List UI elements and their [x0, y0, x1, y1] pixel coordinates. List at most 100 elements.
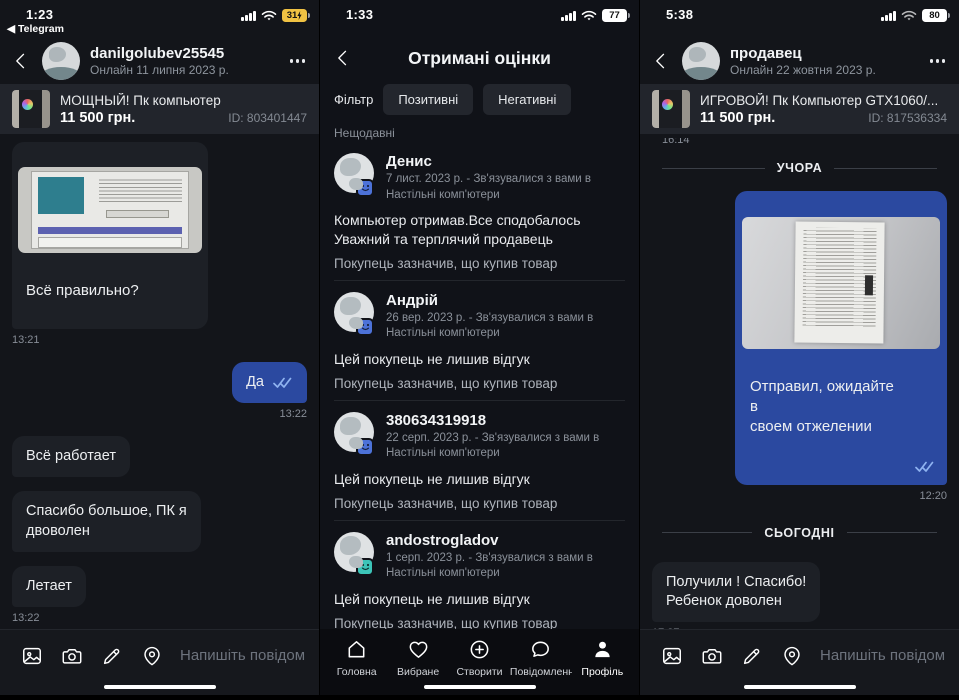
contact-name: продавец — [730, 45, 802, 62]
chat-screen-left: 1:23 ◀ Telegram 31 danilgolubev25545 Онл… — [0, 0, 319, 700]
cellular-signal-icon — [241, 10, 256, 21]
battery-indicator-charging: 31 — [282, 9, 310, 22]
back-button[interactable] — [650, 50, 672, 72]
message-text: Получили ! Спасибо! Ребенок доволен — [666, 573, 807, 610]
nav-favorites[interactable]: Вибране — [387, 638, 448, 678]
chevron-left-icon — [338, 50, 347, 66]
review-note: Покупець зазначив, що купив товар — [334, 495, 558, 511]
home-indicator — [103, 684, 216, 689]
wifi-icon — [261, 10, 277, 20]
review-item: 380634319918 22 серп. 2023 р. - Зв'язува… — [334, 401, 625, 521]
positive-rating-badge-icon — [356, 557, 374, 576]
message-text: Отправил, ожидайте в своем отжелении — [750, 378, 894, 435]
chevron-left-icon — [16, 53, 25, 69]
positive-rating-badge-icon — [356, 317, 374, 336]
review-meta: 22 серп. 2023 р. - Зв'язувалися з вами в… — [386, 431, 600, 460]
message-text: Спасибо большое, ПК я двоволен — [26, 503, 187, 539]
clock: 5:38 — [666, 7, 694, 22]
clock: 1:33 — [346, 7, 374, 22]
listing-banner[interactable]: МОЩНЫЙ! Пк компьютер 11 500 грн. ID: 803… — [0, 84, 319, 134]
message-text: Всё правильно? — [26, 282, 139, 300]
review-item: Андрій 26 вер. 2023 р. - Зв'язувалися з … — [334, 281, 625, 401]
message-time: 13:22 — [279, 408, 307, 421]
status-icons: 80 — [881, 9, 950, 22]
more-options-button[interactable] — [289, 55, 305, 66]
bottom-navigation: Головна Вибране Створити Повідомлення Пр… — [320, 629, 639, 695]
avatar[interactable] — [42, 42, 80, 80]
last-seen-status: Онлайн 22 жовтня 2023 р. — [730, 63, 876, 77]
nav-home[interactable]: Головна — [326, 638, 387, 678]
reviewer-avatar — [334, 153, 374, 197]
ratings-screen: 1:33 77 Отримані оцінки Фільтр Позитивні… — [319, 0, 639, 700]
listing-title: ИГРОВОЙ! Пк Компьютер GTX1060/... — [700, 92, 939, 108]
review-text: Цей покупець не лишив відгук — [334, 470, 530, 487]
review-note: Покупець зазначив, що купив товар — [334, 255, 558, 271]
battery-indicator: 80 — [922, 9, 950, 22]
received-message: Спасибо большое, ПК я двоволен — [12, 491, 201, 552]
message-input[interactable] — [180, 647, 305, 664]
bezel — [640, 695, 959, 700]
clipped-message-time: 16:14 — [662, 138, 690, 146]
back-button[interactable] — [10, 50, 32, 72]
message-input[interactable] — [820, 647, 945, 664]
chevron-left-icon — [656, 53, 665, 69]
wifi-icon — [581, 10, 597, 20]
camera-button[interactable] — [60, 644, 84, 668]
listing-thumbnail — [652, 90, 690, 128]
read-receipt-icon — [915, 461, 934, 472]
chat-bubble-icon — [532, 641, 550, 657]
contact-info: danilgolubev25545 Онлайн 11 липня 2023 р… — [90, 45, 229, 77]
more-options-button[interactable] — [929, 55, 945, 66]
home-indicator — [423, 684, 536, 689]
back-button[interactable] — [332, 47, 354, 69]
sent-message: Да — [232, 362, 307, 404]
location-button[interactable] — [140, 644, 164, 668]
gallery-button[interactable] — [20, 644, 44, 668]
nav-create[interactable]: Створити — [449, 638, 510, 678]
avatar[interactable] — [682, 42, 720, 80]
image-icon — [23, 647, 41, 664]
location-button[interactable] — [780, 644, 804, 668]
review-meta: 1 серп. 2023 р. - Зв'язувалися з вами в … — [386, 551, 593, 580]
status-icons: 31 — [241, 9, 310, 22]
listing-banner[interactable]: ИГРОВОЙ! Пк Компьютер GTX1060/... 11 500… — [640, 84, 959, 134]
image-icon — [663, 647, 681, 664]
bezel — [320, 695, 639, 700]
gallery-button[interactable] — [660, 644, 684, 668]
sent-photo-message: Отправил, ожидайте в своем отжелении — [735, 191, 947, 485]
message-time: 13:22 — [12, 611, 40, 624]
filter-bar: Фільтр Позитивні Негативні — [320, 78, 639, 120]
pencil-icon — [743, 648, 760, 664]
filter-positive-button[interactable]: Позитивні — [383, 83, 474, 115]
back-to-telegram-link[interactable]: ◀ Telegram — [7, 23, 64, 35]
nav-profile[interactable]: Профіль — [572, 638, 633, 678]
battery-indicator: 77 — [602, 9, 630, 22]
reviewer-avatar — [334, 531, 374, 576]
attached-photo-receipt[interactable] — [742, 217, 940, 350]
received-message: Всё работает — [12, 436, 130, 478]
listing-title: МОЩНЫЙ! Пк компьютер — [60, 92, 221, 108]
message-text: Летает — [26, 577, 72, 594]
camera-button[interactable] — [700, 644, 724, 668]
attach-button[interactable] — [100, 644, 124, 668]
listing-info: МОЩНЫЙ! Пк компьютер 11 500 грн. ID: 803… — [60, 93, 307, 126]
filter-negative-button[interactable]: Негативні — [483, 83, 572, 115]
reviewer-name: Андрій — [386, 291, 438, 309]
attached-photo-monitor[interactable] — [18, 167, 202, 254]
attach-button[interactable] — [740, 644, 764, 668]
filter-button[interactable]: Фільтр — [334, 92, 373, 107]
contact-name: danilgolubev25545 — [90, 45, 225, 62]
chat-header: danilgolubev25545 Онлайн 11 липня 2023 р… — [0, 38, 319, 84]
cellular-signal-icon — [881, 10, 896, 21]
day-divider-yesterday: УЧОРА — [662, 161, 937, 175]
chat-screen-right: 5:38 80 продавец Онлайн 22 жовтня 2023 р… — [639, 0, 959, 700]
location-pin-icon — [144, 646, 160, 665]
review-text: Компьютер отримав.Все сподобалось Уважни… — [334, 212, 581, 247]
reviews-list: Денис 7 лист. 2023 р. - Зв'язувалися з в… — [320, 142, 639, 629]
status-bar: 5:38 80 — [640, 0, 959, 38]
message-list: 16:14 УЧОРА Отправил, ожидайте в своем о… — [640, 134, 959, 629]
status-bar: 1:33 77 — [320, 0, 639, 38]
nav-messages[interactable]: Повідомлення — [510, 638, 572, 678]
listing-id: ID: 817536334 — [868, 110, 947, 125]
message-text: Всё работает — [26, 448, 116, 465]
